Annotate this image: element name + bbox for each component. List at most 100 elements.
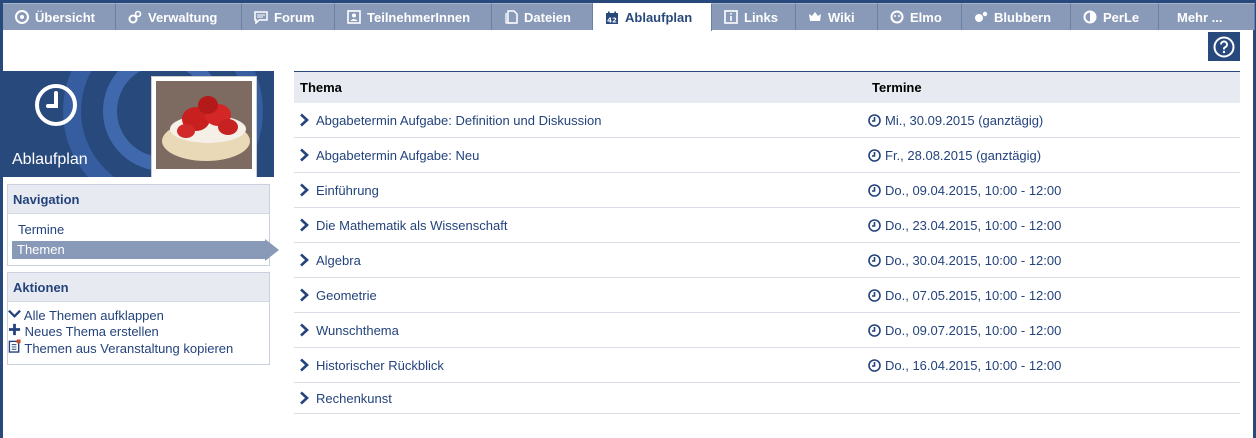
tab-verwaltung[interactable]: Verwaltung	[116, 3, 242, 30]
clock-icon	[868, 113, 881, 127]
date-text[interactable]: Do., 09.04.2015, 10:00 - 12:00	[885, 183, 1061, 198]
topic-title[interactable]: Abgabetermin Aufgabe: Neu	[316, 148, 479, 163]
topic-cell: Die Mathematik als Wissenschaft	[294, 218, 868, 233]
table-body: Abgabetermin Aufgabe: Definition und Dis…	[294, 103, 1240, 414]
copy-topics-action[interactable]: Themen aus Veranstaltung kopieren	[8, 339, 269, 356]
date-cell: Do., 09.04.2015, 10:00 - 12:00	[868, 183, 1061, 198]
topic-title[interactable]: Die Mathematik als Wissenschaft	[316, 218, 507, 233]
table-row[interactable]: Die Mathematik als Wissenschaft Do., 23.0…	[294, 208, 1240, 243]
expand-all-action[interactable]: Alle Themen aufklappen	[8, 307, 269, 323]
chevron-right-icon[interactable]	[298, 391, 310, 405]
chevron-right-icon[interactable]	[298, 113, 310, 127]
chevron-down-icon	[8, 308, 21, 323]
date-text[interactable]: Do., 30.04.2015, 10:00 - 12:00	[885, 253, 1061, 268]
tab-label: Blubbern	[994, 9, 1052, 25]
question-icon	[1213, 36, 1235, 57]
nav-item-termine[interactable]: Termine	[8, 221, 269, 239]
tab-label: Elmo	[910, 9, 942, 25]
info-box-icon	[724, 10, 738, 24]
topic-title[interactable]: Historischer Rückblick	[316, 358, 444, 373]
info-circle-icon	[15, 10, 29, 24]
new-topic-action[interactable]: Neues Thema erstellen	[8, 323, 269, 339]
topic-title[interactable]: Wunschthema	[316, 323, 399, 338]
topic-cell: Geometrie	[294, 288, 868, 303]
tab-uebersicht[interactable]: Übersicht	[3, 3, 116, 30]
tab-label: Wiki	[828, 9, 855, 25]
date-cell: Do., 09.07.2015, 10:00 - 12:00	[868, 323, 1061, 338]
chevron-right-icon[interactable]	[298, 323, 310, 337]
topic-cell: Abgabetermin Aufgabe: Definition und Dis…	[294, 113, 868, 128]
chevron-right-icon[interactable]	[298, 218, 310, 232]
topic-title[interactable]: Einführung	[316, 183, 379, 198]
date-text[interactable]: Fr., 28.08.2015 (ganztägig)	[885, 148, 1041, 163]
table-row[interactable]: Rechenkunst	[294, 383, 1240, 414]
tab-label: Übersicht	[35, 9, 95, 25]
wiki-icon	[808, 10, 822, 24]
clock-icon	[868, 218, 881, 232]
topic-title[interactable]: Rechenkunst	[316, 391, 392, 406]
table-row[interactable]: Geometrie Do., 07.05.2015, 10:00 - 12:00	[294, 278, 1240, 313]
table-row[interactable]: Wunschthema Do., 09.07.2015, 10:00 - 12:0…	[294, 313, 1240, 348]
topic-title[interactable]: Algebra	[316, 253, 361, 268]
course-image	[156, 81, 252, 169]
calendar-icon: 42	[605, 11, 619, 25]
chat-bubble-icon	[254, 10, 268, 24]
chevron-right-icon[interactable]	[298, 288, 310, 302]
tab-forum[interactable]: Forum	[242, 3, 335, 30]
table-row[interactable]: Algebra Do., 30.04.2015, 10:00 - 12:00	[294, 243, 1240, 278]
date-text[interactable]: Do., 23.04.2015, 10:00 - 12:00	[885, 218, 1061, 233]
date-cell: Do., 07.05.2015, 10:00 - 12:00	[868, 288, 1061, 303]
clock-icon	[868, 358, 881, 372]
actions-widget: Aktionen Alle Themen aufklappen Neues Th…	[7, 272, 270, 365]
date-cell: Do., 23.04.2015, 10:00 - 12:00	[868, 218, 1061, 233]
navigation-widget: Navigation Termine Themen	[7, 184, 279, 266]
date-text[interactable]: Do., 16.04.2015, 10:00 - 12:00	[885, 358, 1061, 373]
actions-list: Alle Themen aufklappen Neues Thema erste…	[8, 302, 269, 364]
clock-icon	[868, 183, 881, 197]
blubber-icon	[974, 10, 988, 24]
topic-title[interactable]: Abgabetermin Aufgabe: Definition und Dis…	[316, 113, 601, 128]
topics-table: Thema Termine Abgabetermin Aufgabe: Defi…	[294, 71, 1240, 414]
topic-cell: Abgabetermin Aufgabe: Neu	[294, 148, 868, 163]
column-header-topic: Thema	[300, 80, 342, 95]
topic-cell: Rechenkunst	[294, 391, 868, 406]
table-row[interactable]: Einführung Do., 09.04.2015, 10:00 - 12:00	[294, 173, 1240, 208]
chevron-right-icon[interactable]	[298, 358, 310, 372]
tab-label: Dateien	[524, 9, 571, 25]
table-row[interactable]: Abgabetermin Aufgabe: Definition und Dis…	[294, 103, 1240, 138]
chevron-right-icon[interactable]	[298, 183, 310, 197]
tab-perle[interactable]: PerLe	[1071, 3, 1159, 30]
tab-label: Forum	[274, 9, 315, 25]
gears-icon	[128, 10, 142, 24]
tab-links[interactable]: Links	[712, 3, 796, 30]
tab-label: Ablaufplan	[625, 10, 693, 25]
files-icon	[504, 10, 518, 24]
date-cell: Fr., 28.08.2015 (ganztägig)	[868, 148, 1041, 163]
help-button[interactable]	[1208, 32, 1240, 61]
table-row[interactable]: Historischer Rückblick Do., 16.04.2015, 1…	[294, 348, 1240, 383]
tab-wiki[interactable]: Wiki	[796, 3, 878, 30]
date-text[interactable]: Do., 07.05.2015, 10:00 - 12:00	[885, 288, 1061, 303]
tab-blubbern[interactable]: Blubbern	[962, 3, 1071, 30]
actions-heading: Aktionen	[8, 273, 269, 302]
date-text[interactable]: Mi., 30.09.2015 (ganztägig)	[885, 113, 1043, 128]
date-cell: Do., 30.04.2015, 10:00 - 12:00	[868, 253, 1061, 268]
tab-label: Mehr ...	[1177, 9, 1223, 25]
tab-label: Links	[744, 9, 778, 25]
tab-elmo[interactable]: Elmo	[878, 3, 962, 30]
chevron-right-icon[interactable]	[298, 253, 310, 267]
topic-title[interactable]: Geometrie	[316, 288, 377, 303]
elmo-icon	[890, 10, 904, 24]
tab-dateien[interactable]: Dateien	[492, 3, 593, 30]
context-title: Ablaufplan	[12, 151, 88, 168]
tab-teilnehmerinnen[interactable]: TeilnehmerInnen	[335, 3, 492, 30]
tab-ablaufplan[interactable]: 42 Ablaufplan	[593, 3, 712, 31]
table-row[interactable]: Abgabetermin Aufgabe: Neu Fr., 28.08.2015…	[294, 138, 1240, 173]
clock-icon	[868, 253, 881, 267]
nav-item-themen[interactable]: Themen	[12, 239, 279, 261]
table-header: Thema Termine	[294, 71, 1240, 103]
tab-mehr[interactable]: Mehr ...	[1159, 3, 1255, 30]
action-label: Themen aus Veranstaltung kopieren	[24, 341, 234, 356]
chevron-right-icon[interactable]	[298, 148, 310, 162]
date-text[interactable]: Do., 09.07.2015, 10:00 - 12:00	[885, 323, 1061, 338]
